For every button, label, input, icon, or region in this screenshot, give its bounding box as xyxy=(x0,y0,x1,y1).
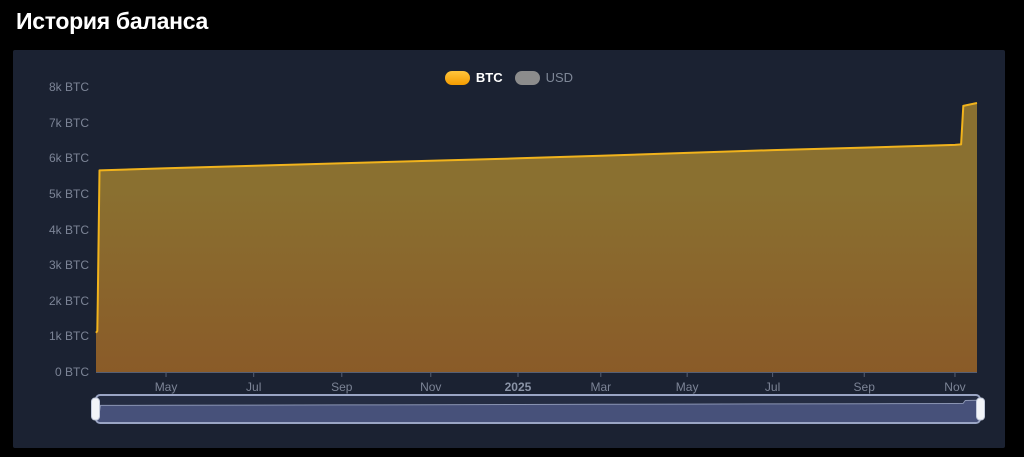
balance-history-page: История баланса BTC USD 0 BTC 1k BTC 2k BT… xyxy=(0,0,1024,457)
date-range-slider[interactable] xyxy=(91,394,985,424)
usd-legend-swatch-icon xyxy=(514,71,540,85)
page-title: История баланса xyxy=(16,8,208,34)
legend-label-btc: BTC xyxy=(475,70,503,85)
slider-left-handle[interactable] xyxy=(91,397,100,421)
chart-legend: BTC USD xyxy=(13,71,1005,85)
balance-area-chart[interactable] xyxy=(13,50,1005,448)
slider-preview xyxy=(97,396,979,422)
legend-item-usd[interactable]: USD xyxy=(514,70,574,85)
slider-right-handle[interactable] xyxy=(976,397,985,421)
chart-panel: BTC USD 0 BTC 1k BTC 2k BTC 3k BTC 4k BTC 5k … xyxy=(13,50,1005,448)
legend-item-btc[interactable]: BTC xyxy=(444,70,503,85)
legend-label-usd: USD xyxy=(545,70,574,85)
btc-legend-swatch-icon xyxy=(444,71,470,85)
